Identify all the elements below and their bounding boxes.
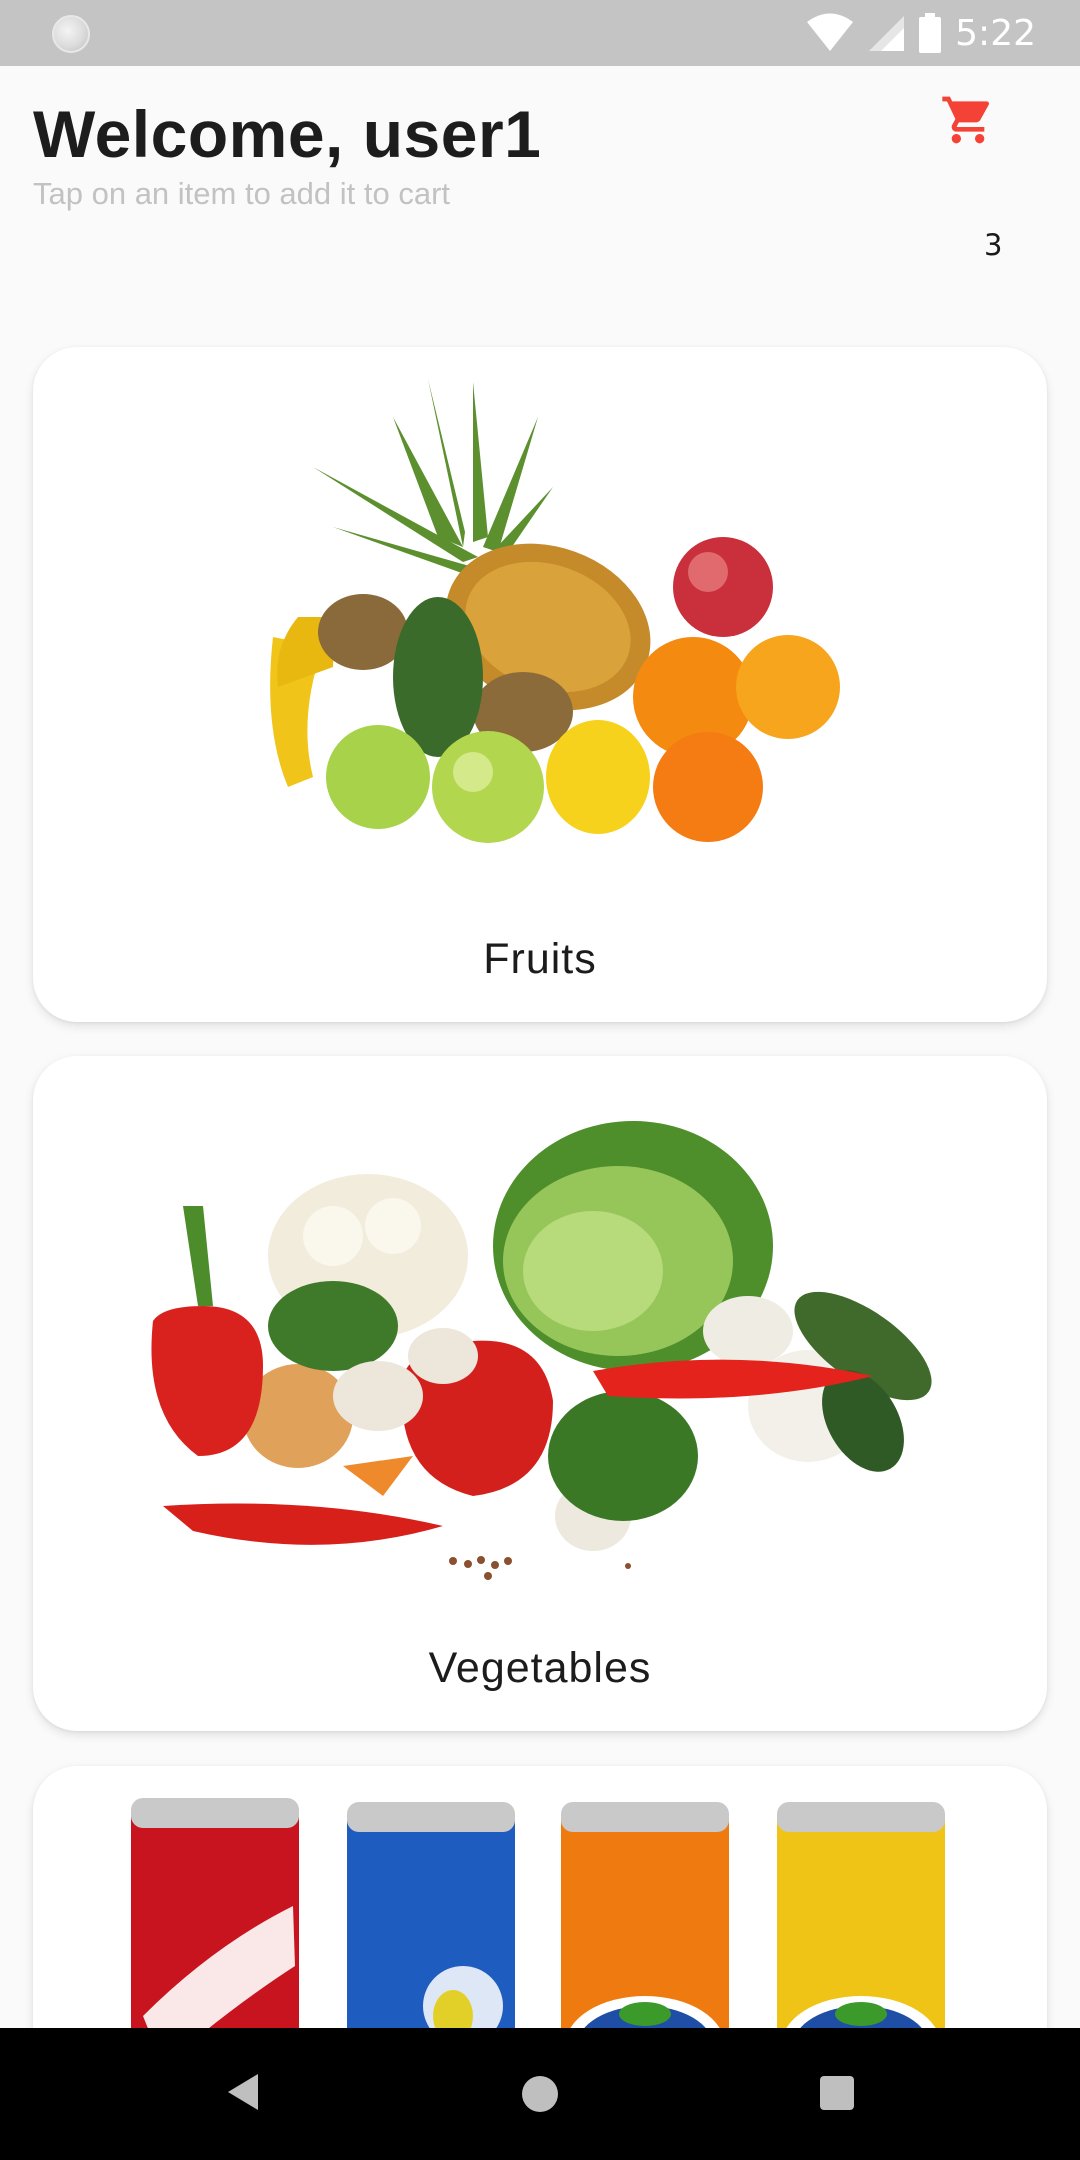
vegetables-image xyxy=(151,1121,932,1580)
fruits-image xyxy=(270,379,840,843)
cart-icon xyxy=(942,96,990,144)
signal-icon xyxy=(869,16,905,51)
home-icon[interactable] xyxy=(522,2076,558,2112)
navigation-bar xyxy=(0,2028,1080,2160)
recents-icon[interactable] xyxy=(820,2076,854,2110)
status-icons: 5:22 xyxy=(807,0,1036,66)
category-label-fruits: Fruits xyxy=(483,935,597,983)
status-dot-icon xyxy=(52,15,90,53)
category-label-vegetables: Vegetables xyxy=(428,1644,652,1692)
back-icon[interactable] xyxy=(226,2072,260,2112)
welcome-subtitle: Tap on an item to add it to cart xyxy=(33,176,451,211)
welcome-title: Welcome, user1 xyxy=(33,97,542,171)
wifi-icon xyxy=(807,13,854,51)
cart-count-badge: 3 xyxy=(984,228,1003,262)
cart-button[interactable] xyxy=(928,92,1008,202)
category-card-vegetables[interactable]: Vegetables xyxy=(33,1056,1047,1731)
category-card-fruits[interactable]: Fruits xyxy=(33,347,1047,1022)
battery-icon xyxy=(919,13,942,53)
status-time: 5:22 xyxy=(955,12,1036,54)
status-bar: 5:22 xyxy=(0,0,1080,66)
